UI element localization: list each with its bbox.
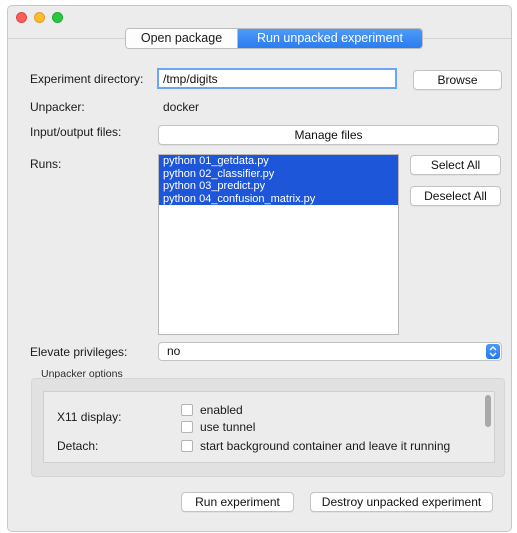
- detach-option-label: start background container and leave it …: [200, 439, 451, 453]
- unpacker-value: docker: [163, 100, 200, 114]
- runs-label: Runs:: [30, 157, 62, 171]
- runs-list-item[interactable]: python 04_confusion_matrix.py: [159, 192, 398, 205]
- elevate-privileges-select[interactable]: no: [158, 342, 502, 361]
- x11-enabled-label: enabled: [200, 403, 243, 417]
- tab-open-package[interactable]: Open package: [126, 29, 238, 48]
- x11-enabled-checkbox[interactable]: [181, 404, 193, 416]
- run-experiment-panel: Experiment directory: Browse Unpacker: d…: [8, 38, 511, 531]
- runs-list-item[interactable]: python 03_predict.py: [159, 180, 398, 193]
- browse-button[interactable]: Browse: [413, 70, 502, 90]
- unpacker-options-group: X11 display: enabled use tunnel Detach: …: [31, 378, 505, 477]
- x11-display-label: X11 display:: [57, 410, 122, 424]
- tab-run-unpacked-experiment[interactable]: Run unpacked experiment: [238, 29, 422, 48]
- runs-list-item[interactable]: python 02_classifier.py: [159, 167, 398, 180]
- manage-files-button[interactable]: Manage files: [158, 125, 499, 145]
- mode-tabs: Open package Run unpacked experiment: [125, 28, 423, 49]
- x11-use-tunnel-checkbox[interactable]: [181, 421, 193, 433]
- run-experiment-button[interactable]: Run experiment: [181, 492, 294, 512]
- destroy-unpacked-experiment-button[interactable]: Destroy unpacked experiment: [310, 492, 493, 512]
- unpacker-options-scrollbar[interactable]: [485, 395, 491, 427]
- detach-label: Detach:: [57, 439, 99, 453]
- detach-checkbox[interactable]: [181, 440, 193, 452]
- close-window-icon[interactable]: [16, 12, 27, 23]
- runs-list-item[interactable]: python 01_getdata.py: [159, 155, 398, 168]
- elevate-privileges-label: Elevate privileges:: [30, 345, 128, 359]
- zoom-window-icon[interactable]: [52, 12, 63, 23]
- app-window: Experiment directory: Browse Unpacker: d…: [7, 5, 512, 532]
- x11-use-tunnel-label: use tunnel: [200, 420, 256, 434]
- elevate-privileges-value: no: [167, 344, 181, 358]
- unpacker-options-scroll-area[interactable]: X11 display: enabled use tunnel Detach: …: [43, 391, 495, 463]
- experiment-directory-label: Experiment directory:: [30, 72, 144, 86]
- unpacker-label: Unpacker:: [30, 100, 85, 114]
- io-files-label: Input/output files:: [30, 125, 122, 139]
- deselect-all-button[interactable]: Deselect All: [410, 186, 501, 206]
- title-bar: [8, 6, 511, 28]
- select-arrows-icon[interactable]: [486, 344, 500, 359]
- select-all-button[interactable]: Select All: [410, 155, 501, 175]
- minimize-window-icon[interactable]: [34, 12, 45, 23]
- experiment-directory-input[interactable]: [157, 68, 397, 89]
- runs-list[interactable]: python 01_getdata.py python 02_classifie…: [158, 154, 399, 335]
